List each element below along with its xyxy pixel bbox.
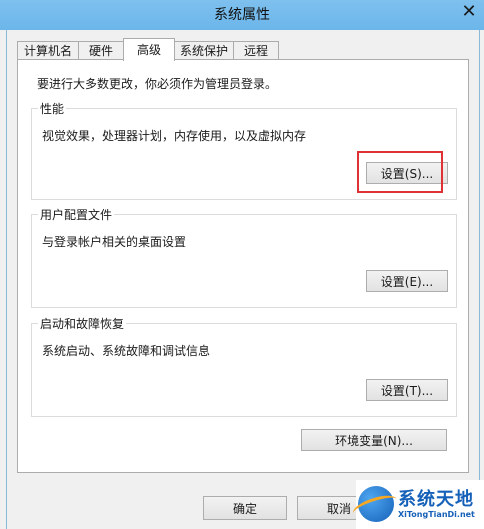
user-profiles-settings-button[interactable]: 设置(E)... bbox=[366, 270, 448, 292]
tab-computer-name[interactable]: 计算机名 bbox=[17, 41, 79, 60]
user-profiles-description: 与登录帐户相关的桌面设置 bbox=[42, 235, 187, 249]
performance-label: 性能 bbox=[38, 100, 67, 117]
watermark-logo: 系统天地 XiTongTianDi.net bbox=[350, 480, 484, 529]
user-profiles-label: 用户配置文件 bbox=[38, 206, 115, 223]
startup-recovery-group: 启动和故障恢复 系统启动、系统故障和调试信息 设置(T)... bbox=[31, 315, 457, 417]
user-profiles-group: 用户配置文件 与登录帐户相关的桌面设置 设置(E)... bbox=[31, 206, 457, 308]
startup-recovery-settings-button[interactable]: 设置(T)... bbox=[366, 379, 448, 401]
ok-button[interactable]: 确定 bbox=[203, 496, 287, 520]
performance-settings-button[interactable]: 设置(S)... bbox=[366, 162, 448, 184]
window-title: 系统属性 bbox=[214, 7, 270, 23]
performance-group: 性能 视觉效果，处理器计划，内存使用，以及虚拟内存 设置(S)... bbox=[31, 100, 457, 200]
tab-system-protection[interactable]: 系统保护 bbox=[174, 41, 234, 60]
admin-notice: 要进行大多数更改，你必须作为管理员登录。 bbox=[37, 77, 278, 91]
startup-recovery-description: 系统启动、系统故障和调试信息 bbox=[42, 344, 211, 358]
tab-advanced[interactable]: 高级 bbox=[123, 38, 175, 61]
watermark-text: 系统天地 bbox=[398, 489, 474, 510]
close-icon: ✕ bbox=[461, 0, 477, 22]
dialog-client: 计算机名 硬件 高级 系统保护 远程 要进行大多数更改，你必须作为管理员登录。 … bbox=[6, 30, 480, 529]
title-bar: 系统属性 ✕ bbox=[0, 0, 484, 30]
watermark-url: XiTongTianDi.net bbox=[398, 510, 475, 519]
close-button[interactable]: ✕ bbox=[454, 0, 484, 22]
tab-remote[interactable]: 远程 bbox=[233, 41, 279, 60]
performance-description: 视觉效果，处理器计划，内存使用，以及虚拟内存 bbox=[42, 129, 307, 143]
tab-hardware[interactable]: 硬件 bbox=[78, 41, 124, 60]
environment-variables-button[interactable]: 环境变量(N)... bbox=[301, 429, 447, 451]
advanced-panel: 要进行大多数更改，你必须作为管理员登录。 性能 视觉效果，处理器计划，内存使用，… bbox=[17, 59, 469, 473]
startup-recovery-label: 启动和故障恢复 bbox=[38, 315, 127, 332]
